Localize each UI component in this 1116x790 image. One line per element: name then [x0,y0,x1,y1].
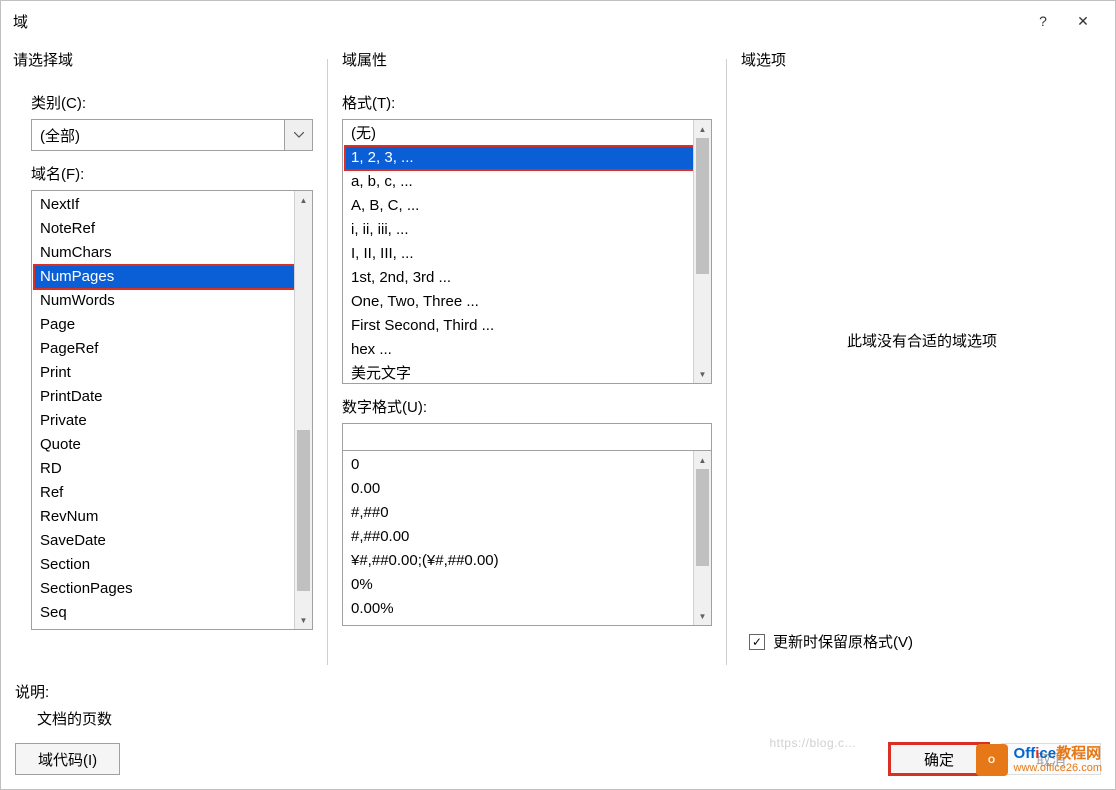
list-item[interactable]: Seq [34,601,310,625]
scrollbar[interactable]: ▲ ▼ [693,120,711,383]
list-item[interactable]: 1st, 2nd, 3rd ... [345,266,709,290]
dialog-footer: 域代码(I) 确定 取消 [1,729,1115,789]
list-item[interactable]: I, II, III, ... [345,242,709,266]
scroll-down-icon[interactable]: ▼ [295,611,312,629]
listbox-field-names[interactable]: NextIf NoteRef NumChars NumPages NumWord… [31,190,313,630]
content-area: 请选择域 类别(C): (全部) 域名(F): NextIf NoteRef N… [1,41,1115,675]
list-item[interactable]: First Second, Third ... [345,314,709,338]
close-button[interactable]: ✕ [1063,6,1103,36]
list-item[interactable]: Print [34,361,310,385]
list-item[interactable]: Section [34,553,310,577]
list-item[interactable]: 0 [345,453,709,477]
section-heading-left: 请选择域 [13,49,313,70]
section-heading-mid: 域属性 [342,49,712,70]
checkbox-preserve-format[interactable]: ✓ 更新时保留原格式(V) [749,631,1103,652]
label-format: 格式(T): [342,92,712,113]
list-item[interactable]: #,##0.00 [345,525,709,549]
list-item-selected[interactable]: 1, 2, 3, ... [345,146,709,170]
scroll-thumb[interactable] [297,430,310,591]
list-item-selected[interactable]: NumPages [34,265,310,289]
listbox-number-formats[interactable]: 0 0.00 #,##0 #,##0.00 ¥#,##0.00;(¥#,##0.… [342,451,712,626]
input-number-format[interactable] [342,423,712,451]
scroll-down-icon[interactable]: ▼ [694,365,711,383]
label-field-name: 域名(F): [31,163,313,184]
list-item[interactable]: RD [34,457,310,481]
list-item[interactable]: i, ii, iii, ... [345,218,709,242]
list-item[interactable]: SaveDate [34,529,310,553]
description-label: 说明: [15,681,1101,702]
scroll-down-icon[interactable]: ▼ [694,607,711,625]
dialog-title: 域 [13,11,1023,32]
checkbox-label: 更新时保留原格式(V) [773,631,913,652]
description-text: 文档的页数 [37,708,1101,729]
list-item[interactable]: hex ... [345,338,709,362]
list-item[interactable]: 0.00% [345,597,709,621]
list-item[interactable]: #,##0 [345,501,709,525]
label-category: 类别(C): [31,92,313,113]
list-item[interactable]: 0% [345,573,709,597]
list-item[interactable]: 0.00 [345,477,709,501]
divider [726,59,727,665]
no-options-message: 此域没有合适的域选项 [741,330,1103,351]
field-codes-button[interactable]: 域代码(I) [15,743,120,775]
field-dialog: 域 ? ✕ 请选择域 类别(C): (全部) 域名(F): NextIf Not… [0,0,1116,790]
panel-select-field: 请选择域 类别(C): (全部) 域名(F): NextIf NoteRef N… [13,49,313,675]
scroll-up-icon[interactable]: ▲ [694,451,711,469]
scroll-track[interactable] [295,209,312,611]
scroll-track[interactable] [694,138,711,365]
list-item[interactable]: PageRef [34,337,310,361]
list-item[interactable]: NoteRef [34,217,310,241]
divider [327,59,328,665]
list-item[interactable]: a, b, c, ... [345,170,709,194]
scrollbar[interactable]: ▲ ▼ [693,451,711,625]
list-item[interactable]: A, B, C, ... [345,194,709,218]
panel-field-properties: 域属性 格式(T): (无) 1, 2, 3, ... a, b, c, ...… [342,49,712,675]
listbox-formats[interactable]: (无) 1, 2, 3, ... a, b, c, ... A, B, C, .… [342,119,712,384]
faint-watermark-text: https://blog.c... [769,736,856,750]
list-item[interactable]: ¥#,##0.00;(¥#,##0.00) [345,549,709,573]
checkbox-icon[interactable]: ✓ [749,634,765,650]
list-item[interactable]: SectionPages [34,577,310,601]
list-item[interactable]: NumChars [34,241,310,265]
list-item[interactable]: 美元文字 [345,362,709,384]
panel-field-options: 域选项 此域没有合适的域选项 ✓ 更新时保留原格式(V) [741,49,1103,675]
scroll-up-icon[interactable]: ▲ [694,120,711,138]
list-item[interactable]: RevNum [34,505,310,529]
list-item[interactable]: Page [34,313,310,337]
section-heading-right: 域选项 [741,49,1103,70]
list-item[interactable]: Quote [34,433,310,457]
combo-category-value: (全部) [32,125,284,146]
list-item[interactable]: Ref [34,481,310,505]
help-button[interactable]: ? [1023,6,1063,36]
list-item[interactable]: One, Two, Three ... [345,290,709,314]
scroll-up-icon[interactable]: ▲ [295,191,312,209]
scrollbar[interactable]: ▲ ▼ [294,191,312,629]
label-number-format: 数字格式(U): [342,396,712,417]
combo-category[interactable]: (全部) [31,119,313,151]
list-item[interactable]: (无) [345,122,709,146]
list-item[interactable]: Private [34,409,310,433]
scroll-thumb[interactable] [696,469,709,566]
scroll-thumb[interactable] [696,138,709,274]
scroll-track[interactable] [694,469,711,607]
chevron-down-icon [294,132,304,138]
list-item[interactable]: NumWords [34,289,310,313]
ok-button[interactable]: 确定 [889,743,989,775]
titlebar: 域 ? ✕ [1,1,1115,41]
description-area: 说明: 文档的页数 [1,675,1115,729]
cancel-button[interactable]: 取消 [1001,743,1101,775]
list-item[interactable]: NextIf [34,193,310,217]
combo-dropdown-button[interactable] [284,120,312,150]
list-item[interactable]: PrintDate [34,385,310,409]
